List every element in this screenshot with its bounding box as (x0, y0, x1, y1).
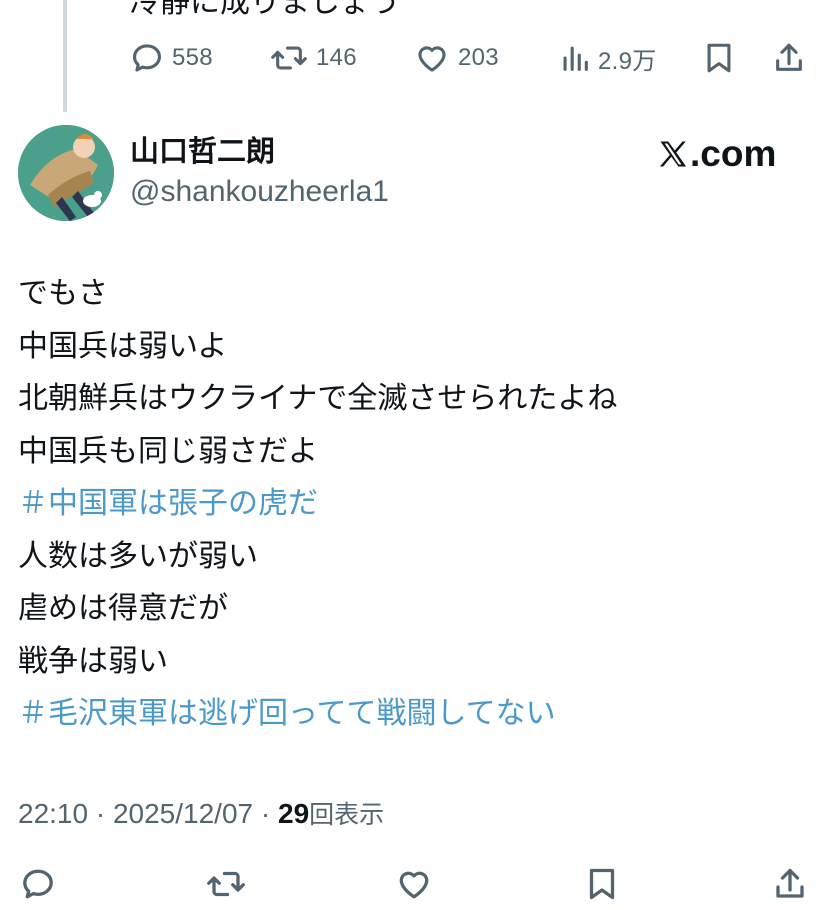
share-button[interactable] (772, 862, 808, 906)
author-display-name[interactable]: 山口哲二朗 (130, 132, 275, 170)
avatar[interactable] (18, 125, 114, 221)
bookmark-button[interactable] (703, 36, 735, 80)
views-count: 2.9万 (598, 47, 657, 75)
reply-icon (132, 44, 162, 72)
repost-icon (207, 871, 245, 897)
like-count: 203 (458, 44, 499, 71)
views-count: 29 (278, 798, 310, 829)
brand-text: .com (690, 133, 777, 174)
bookmark-icon (589, 868, 615, 900)
share-icon (776, 868, 804, 898)
reply-button[interactable] (20, 862, 56, 906)
repost-count: 146 (316, 44, 357, 71)
hashtag-link[interactable]: ＃中国軍は張子の虎だ (18, 478, 808, 531)
tweet-action-bar (0, 862, 828, 906)
tweet-line: でもさ (18, 276, 108, 311)
tweet-line: 虐めは得意だが (18, 591, 228, 626)
brand-watermark: .com (658, 132, 776, 176)
tweet-body: でもさ 中国兵は弱いよ 北朝鮮兵はウクライナで全滅させられたよね 中国兵も同じ弱… (18, 268, 808, 741)
repost-icon (271, 46, 307, 70)
repost-button[interactable]: 146 (270, 36, 357, 80)
reply-count: 558 (172, 44, 213, 71)
tweet-line: 北朝鮮兵はウクライナで全滅させられたよね (18, 381, 618, 416)
x-logo-icon (659, 141, 687, 167)
bookmark-button[interactable] (585, 862, 619, 906)
author-handle[interactable]: @shankouzheerla1 (130, 172, 389, 212)
repost-button[interactable] (205, 862, 247, 906)
bookmark-icon (707, 43, 731, 73)
tweet-line: 中国兵は弱いよ (18, 328, 228, 364)
hashtag-link[interactable]: ＃毛沢東軍は逃げ回ってて戦闘してない (18, 688, 808, 741)
share-button[interactable] (772, 36, 806, 80)
meta-separator: · (253, 798, 278, 829)
tweet-line: 人数は多いが弱い (18, 538, 258, 574)
tweet-date[interactable]: 2025/12/07 (113, 798, 253, 829)
tweet-meta: 22:10 · 2025/12/07 · 29回表示 (18, 794, 384, 835)
like-button[interactable] (395, 862, 433, 906)
analytics-icon (563, 46, 588, 71)
previous-tweet-action-bar: 558 146 203 2.9万 (0, 36, 828, 80)
tweet-line: 中国兵も同じ弱さだよ (18, 433, 318, 469)
reply-icon (23, 869, 53, 899)
share-icon (776, 43, 802, 71)
tweet-line: 戦争は弱い (18, 643, 168, 679)
reply-button[interactable]: 558 (130, 36, 213, 80)
heart-icon (399, 871, 429, 899)
views-label: 回表示 (309, 800, 385, 829)
meta-separator: · (88, 798, 113, 829)
avatar-illustration (18, 125, 114, 221)
tweet-time[interactable]: 22:10 (18, 798, 88, 829)
heart-icon (418, 46, 446, 72)
views-button[interactable]: 2.9万 (560, 36, 657, 80)
like-button[interactable]: 203 (414, 36, 499, 80)
previous-tweet-text: 冷静に成りましょう (130, 0, 400, 20)
